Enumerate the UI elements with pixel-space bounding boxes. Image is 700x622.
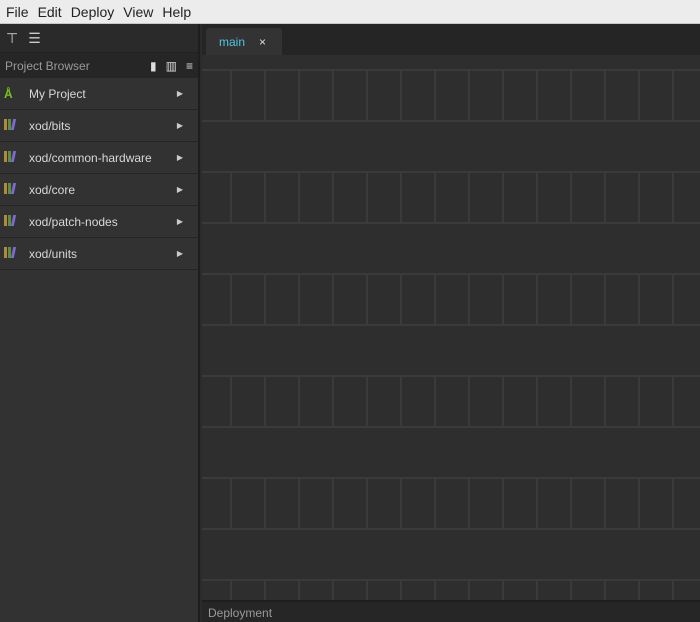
tab-bar: main × bbox=[202, 24, 700, 55]
project-browser-header: Project Browser ▮ ▥ ≡ bbox=[0, 52, 198, 78]
sidebar-item-label: xod/units bbox=[29, 246, 78, 261]
project-icon: Å bbox=[4, 86, 13, 101]
menu-view[interactable]: View bbox=[119, 4, 157, 20]
sidebar-item[interactable]: xod/core ▶ bbox=[0, 174, 198, 206]
sidebar-item[interactable]: Å My Project ▶ bbox=[0, 78, 198, 110]
project-tree-icon[interactable]: ⊤ bbox=[6, 30, 18, 47]
chevron-right-icon[interactable]: ▶ bbox=[177, 89, 183, 98]
menu-deploy[interactable]: Deploy bbox=[67, 4, 119, 20]
sidebar-item-label: My Project bbox=[29, 86, 86, 101]
sidebar-item-label: xod/common-hardware bbox=[29, 150, 152, 165]
chevron-right-icon[interactable]: ▶ bbox=[177, 121, 183, 130]
filter-menu-icon[interactable]: ≡ bbox=[186, 59, 193, 73]
sidebar-item-label: xod/core bbox=[29, 182, 76, 197]
library-icon bbox=[4, 150, 22, 165]
sidebar-item[interactable]: xod/units ▶ bbox=[0, 238, 198, 270]
chevron-right-icon[interactable]: ▶ bbox=[177, 153, 183, 162]
inspector-sliders-icon[interactable]: ☰ bbox=[28, 30, 41, 47]
chevron-right-icon[interactable]: ▶ bbox=[177, 249, 183, 258]
sidebar-item[interactable]: xod/common-hardware ▶ bbox=[0, 142, 198, 174]
deployment-label: Deployment bbox=[208, 606, 273, 620]
menu-help[interactable]: Help bbox=[158, 4, 195, 20]
tab-main[interactable]: main × bbox=[206, 28, 282, 55]
menu-file[interactable]: File bbox=[2, 4, 33, 20]
sidebar-item[interactable]: xod/bits ▶ bbox=[0, 110, 198, 142]
project-browser-title: Project Browser bbox=[5, 58, 90, 73]
deployment-panel[interactable]: Deployment bbox=[202, 600, 700, 622]
library-icon bbox=[4, 214, 22, 229]
close-icon[interactable]: × bbox=[259, 35, 266, 49]
sidebar: ⊤ ☰ Project Browser ▮ ▥ ≡ Å My Project ▶ xo… bbox=[0, 24, 200, 622]
sidebar-item[interactable]: xod/patch-nodes ▶ bbox=[0, 206, 198, 238]
library-icon bbox=[4, 246, 22, 261]
chevron-right-icon[interactable]: ▶ bbox=[177, 185, 183, 194]
patch-canvas[interactable] bbox=[202, 55, 700, 600]
new-patch-icon[interactable]: ▮ bbox=[150, 59, 157, 73]
menu-edit[interactable]: Edit bbox=[34, 4, 66, 20]
sidebar-item-label: xod/bits bbox=[29, 118, 71, 133]
tab-label: main bbox=[219, 34, 246, 49]
library-icon bbox=[4, 118, 22, 133]
menu-bar: File Edit Deploy View Help bbox=[0, 0, 700, 24]
sidebar-toolbar: ⊤ ☰ bbox=[0, 24, 198, 52]
canvas-grid bbox=[202, 69, 700, 600]
chevron-right-icon[interactable]: ▶ bbox=[177, 217, 183, 226]
library-icon bbox=[4, 182, 22, 197]
add-library-icon[interactable]: ▥ bbox=[166, 59, 177, 73]
sidebar-item-label: xod/patch-nodes bbox=[29, 214, 118, 229]
